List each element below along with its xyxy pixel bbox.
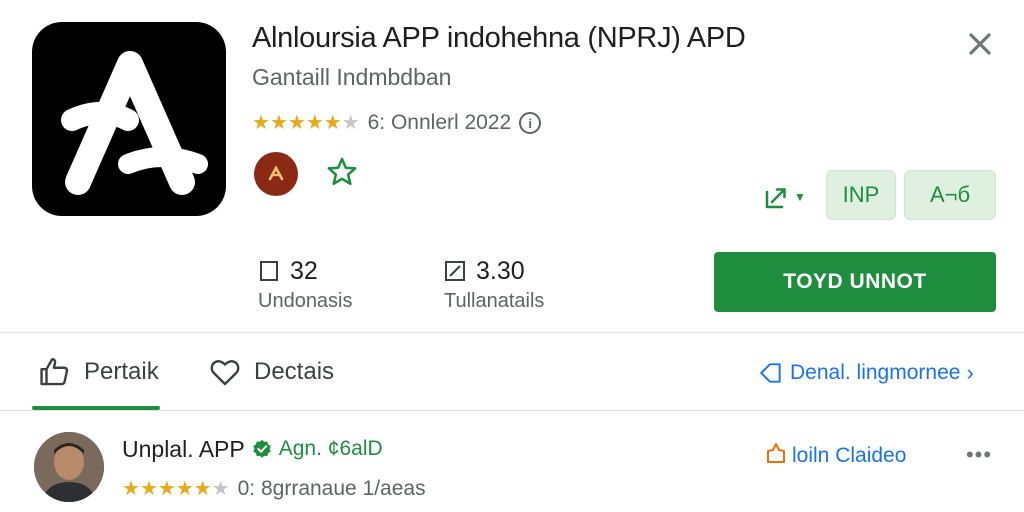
developer-tag: Agn. ¢6alD: [278, 437, 383, 460]
star-icon: ★: [122, 478, 140, 500]
app-subtitle[interactable]: Gantaill Indmbdban: [252, 64, 451, 91]
tab-label: Dectais: [254, 358, 335, 385]
star-icon: ★: [193, 478, 212, 500]
more-options-button[interactable]: •••: [962, 440, 996, 470]
tag-icon: [760, 363, 781, 383]
stat-label: Tullanatails: [444, 290, 545, 312]
edit-square-icon: [444, 259, 466, 283]
share-icon: [765, 188, 786, 209]
tab-dectais[interactable]: Dectais: [208, 352, 334, 392]
stat-value: 3.30: [476, 256, 525, 285]
developer-name[interactable]: Unplal. APP: [122, 436, 245, 463]
heart-icon: [210, 360, 240, 386]
stat-downloads: 32 Undonasis: [258, 256, 353, 313]
divider: [0, 410, 1024, 411]
developer-rating: ★ ★ ★ ★ ★ ★ 0: 8grranaue 1/aeas: [122, 474, 426, 504]
app-title: Alnloursia APP indohehna (NPRJ) APD: [252, 22, 746, 54]
rating-text: 6: Onnlerl 2022: [367, 111, 512, 134]
tab-label: Pertaik: [84, 358, 159, 385]
details-link[interactable]: Denal. lingmornee ›: [758, 354, 974, 392]
tab-pertaik[interactable]: Pertaik: [38, 352, 159, 392]
wishlist-button[interactable]: [322, 152, 362, 192]
star-icon: ★: [305, 112, 324, 134]
share-button[interactable]: ▼: [762, 180, 812, 214]
contact-label: loiln Claideo: [792, 444, 907, 467]
thumbs-up-icon: [40, 358, 69, 386]
developer-name-row: Unplal. APP Agn. ¢6alD: [122, 432, 383, 466]
close-icon: [969, 33, 991, 55]
star-icon: ★: [287, 112, 306, 134]
star-icon: ★: [252, 112, 270, 134]
star-icon: ★: [175, 478, 194, 500]
developer-rating-text: 0: 8grranaue 1/aeas: [237, 477, 426, 500]
star-empty-icon: ★: [341, 112, 360, 134]
details-link-label: Denal. lingmornee: [790, 361, 961, 384]
square-icon: [258, 259, 280, 283]
close-button[interactable]: [962, 26, 998, 62]
stat-label: Undonasis: [258, 290, 353, 312]
info-icon[interactable]: i: [519, 112, 542, 134]
chevron-down-icon: ▼: [794, 190, 806, 204]
star-rating: ★ ★ ★ ★ ★ ★: [252, 113, 360, 133]
star-icon: ★: [139, 478, 158, 500]
inp-button[interactable]: INP: [826, 170, 896, 220]
star-outline-icon: [327, 157, 357, 186]
secondary-button[interactable]: A¬б: [904, 170, 996, 220]
contact-icon: [766, 442, 786, 470]
app-logo-icon: [32, 22, 226, 216]
contact-developer-link[interactable]: loiln Claideo: [766, 440, 906, 472]
stat-value: 32: [290, 256, 318, 285]
divider: [0, 332, 1024, 333]
install-button[interactable]: TOYD UNNOT: [714, 252, 996, 312]
avatar[interactable]: [34, 432, 104, 502]
chevron-right-icon: ›: [966, 360, 974, 385]
star-icon: ★: [269, 112, 288, 134]
app-rating: ★ ★ ★ ★ ★ ★ 6: Onnlerl 2022 i: [252, 108, 542, 138]
star-rating: ★ ★ ★ ★ ★ ★: [122, 479, 230, 499]
stat-size: 3.30 Tullanatails: [444, 256, 544, 313]
star-empty-icon: ★: [211, 478, 230, 500]
star-icon: ★: [323, 112, 342, 134]
content-badge-icon: [254, 152, 298, 196]
verified-icon: [251, 438, 273, 460]
star-icon: ★: [157, 478, 176, 500]
